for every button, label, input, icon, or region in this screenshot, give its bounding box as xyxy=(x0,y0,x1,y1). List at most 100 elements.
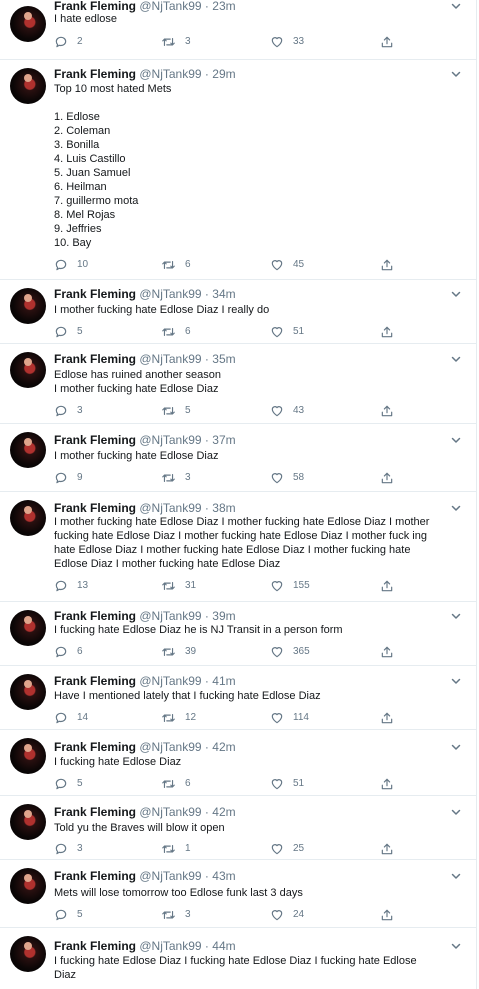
like-button[interactable]: 58 xyxy=(270,470,304,486)
like-button[interactable]: 114 xyxy=(270,710,309,726)
author-handle[interactable]: @NjTank99 xyxy=(139,939,201,953)
tweet-timestamp[interactable]: 37m xyxy=(212,433,235,447)
author-handle[interactable]: @NjTank99 xyxy=(139,674,201,688)
reply-button[interactable]: 5 xyxy=(54,907,83,923)
avatar[interactable] xyxy=(10,804,46,840)
tweet[interactable]: Frank Fleming @NjTank99 · 23m I hate edl… xyxy=(0,0,477,60)
share-button[interactable] xyxy=(380,403,394,419)
tweet-timestamp[interactable]: 38m xyxy=(212,501,235,515)
tweet[interactable]: Frank Fleming @NjTank99 · 41m Have I men… xyxy=(0,666,477,730)
author-handle[interactable]: @NjTank99 xyxy=(139,352,201,366)
retweet-button[interactable]: 31 xyxy=(161,578,196,594)
chevron-down-icon[interactable] xyxy=(450,434,462,446)
reply-button[interactable]: 5 xyxy=(54,776,83,792)
chevron-down-icon[interactable] xyxy=(450,870,462,882)
chevron-down-icon[interactable] xyxy=(450,353,462,365)
tweet-timestamp[interactable]: 42m xyxy=(212,740,235,754)
tweet-timestamp[interactable]: 41m xyxy=(212,674,235,688)
author-name[interactable]: Frank Fleming xyxy=(54,287,136,301)
chevron-down-icon[interactable] xyxy=(450,806,462,818)
author-handle[interactable]: @NjTank99 xyxy=(139,433,201,447)
like-button[interactable]: 51 xyxy=(270,776,304,792)
share-button[interactable] xyxy=(380,644,394,660)
like-button[interactable]: 51 xyxy=(270,324,304,340)
retweet-button[interactable]: 3 xyxy=(161,907,191,923)
tweet-timestamp[interactable]: 34m xyxy=(212,287,235,301)
like-button[interactable]: 24 xyxy=(270,907,304,923)
avatar[interactable] xyxy=(10,738,46,774)
author-name[interactable]: Frank Fleming xyxy=(54,740,136,754)
tweet[interactable]: Frank Fleming @NjTank99 · 39m I fucking … xyxy=(0,602,477,666)
retweet-button[interactable]: 6 xyxy=(161,776,191,792)
author-name[interactable]: Frank Fleming xyxy=(54,869,136,883)
author-handle[interactable]: @NjTank99 xyxy=(139,869,201,883)
avatar[interactable] xyxy=(10,500,46,536)
like-button[interactable]: 25 xyxy=(270,841,304,857)
share-button[interactable] xyxy=(380,907,394,923)
chevron-down-icon[interactable] xyxy=(450,68,462,80)
reply-button[interactable]: 9 xyxy=(54,470,83,486)
avatar[interactable] xyxy=(10,674,46,710)
author-handle[interactable]: @NjTank99 xyxy=(139,805,201,819)
author-handle[interactable]: @NjTank99 xyxy=(139,67,201,81)
tweet[interactable]: Frank Fleming @NjTank99 · 29m Top 10 mos… xyxy=(0,60,477,280)
retweet-button[interactable]: 3 xyxy=(161,34,191,50)
author-name[interactable]: Frank Fleming xyxy=(54,352,136,366)
tweet-timestamp[interactable]: 44m xyxy=(212,939,235,953)
avatar[interactable] xyxy=(10,6,46,42)
share-button[interactable] xyxy=(380,470,394,486)
chevron-down-icon[interactable] xyxy=(450,940,462,952)
author-name[interactable]: Frank Fleming xyxy=(54,501,136,515)
share-button[interactable] xyxy=(380,710,394,726)
chevron-down-icon[interactable] xyxy=(450,741,462,753)
author-name[interactable]: Frank Fleming xyxy=(54,939,136,953)
like-button[interactable]: 43 xyxy=(270,403,304,419)
tweet-timestamp[interactable]: 35m xyxy=(212,352,235,366)
retweet-button[interactable]: 5 xyxy=(161,403,191,419)
tweet[interactable]: Frank Fleming @NjTank99 · 42m Told yu th… xyxy=(0,796,477,860)
chevron-down-icon[interactable] xyxy=(450,0,462,12)
retweet-button[interactable]: 39 xyxy=(161,644,196,660)
retweet-button[interactable]: 6 xyxy=(161,257,191,273)
author-handle[interactable]: @NjTank99 xyxy=(139,740,201,754)
chevron-down-icon[interactable] xyxy=(450,502,462,514)
avatar[interactable] xyxy=(10,432,46,468)
reply-button[interactable]: 10 xyxy=(54,257,88,273)
reply-button[interactable]: 3 xyxy=(54,841,83,857)
reply-button[interactable]: 6 xyxy=(54,644,83,660)
tweet[interactable]: Frank Fleming @NjTank99 · 43m Mets will … xyxy=(0,860,477,928)
share-button[interactable] xyxy=(380,34,394,50)
like-button[interactable]: 155 xyxy=(270,578,310,594)
reply-button[interactable]: 3 xyxy=(54,403,83,419)
chevron-down-icon[interactable] xyxy=(450,675,462,687)
tweet-timestamp[interactable]: 29m xyxy=(212,67,235,81)
retweet-button[interactable]: 6 xyxy=(161,324,191,340)
tweet-timestamp[interactable]: 43m xyxy=(212,869,235,883)
author-name[interactable]: Frank Fleming xyxy=(54,674,136,688)
author-handle[interactable]: @NjTank99 xyxy=(139,609,201,623)
author-handle[interactable]: @NjTank99 xyxy=(139,287,201,301)
avatar[interactable] xyxy=(10,610,46,646)
tweet[interactable]: Frank Fleming @NjTank99 · 34m I mother f… xyxy=(0,280,477,344)
chevron-down-icon[interactable] xyxy=(450,288,462,300)
share-button[interactable] xyxy=(380,776,394,792)
like-button[interactable]: 45 xyxy=(270,257,304,273)
avatar[interactable] xyxy=(10,352,46,388)
like-button[interactable]: 365 xyxy=(270,644,310,660)
retweet-button[interactable]: 12 xyxy=(161,710,196,726)
avatar[interactable] xyxy=(10,868,46,904)
reply-button[interactable]: 5 xyxy=(54,324,83,340)
author-name[interactable]: Frank Fleming xyxy=(54,433,136,447)
like-button[interactable]: 33 xyxy=(270,34,304,50)
avatar[interactable] xyxy=(10,68,46,104)
tweet[interactable]: Frank Fleming @NjTank99 · 42m I fucking … xyxy=(0,730,477,796)
reply-button[interactable]: 14 xyxy=(54,710,88,726)
tweet-timestamp[interactable]: 42m xyxy=(212,805,235,819)
reply-button[interactable]: 2 xyxy=(54,34,83,50)
share-button[interactable] xyxy=(380,257,394,273)
avatar[interactable] xyxy=(10,936,46,972)
share-button[interactable] xyxy=(380,324,394,340)
tweet[interactable]: Frank Fleming @NjTank99 · 44m I fucking … xyxy=(0,928,477,989)
retweet-button[interactable]: 3 xyxy=(161,470,191,486)
share-button[interactable] xyxy=(380,578,394,594)
